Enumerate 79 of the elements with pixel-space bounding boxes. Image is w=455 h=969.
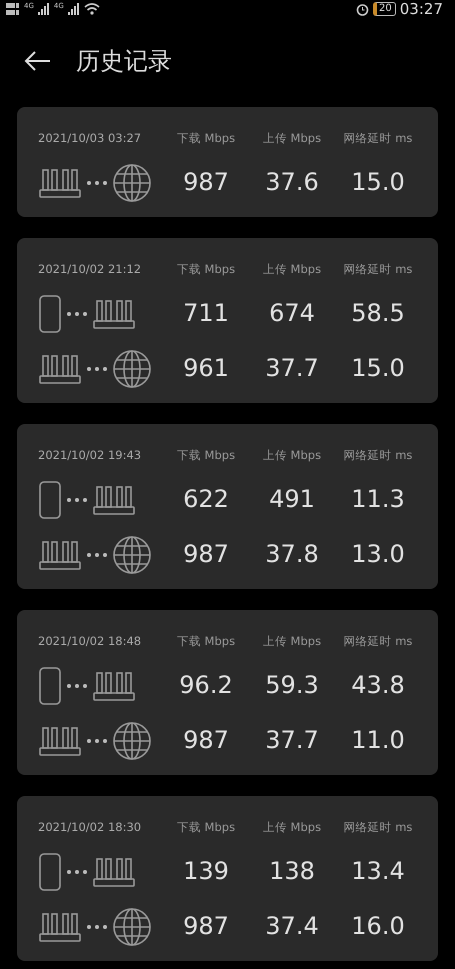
dots-icon xyxy=(86,552,108,558)
speed-value: 987 xyxy=(182,725,230,756)
phone-icon xyxy=(38,666,62,706)
speed-value: 138 xyxy=(268,856,316,887)
speed-value: 11.0 xyxy=(350,725,406,756)
record-date: 2021/10/03 03:27 xyxy=(38,130,142,147)
record-card[interactable]: 2021/10/02 19:43 下载 Mbps 上传 Mbps 网络延时 ms 622 491 11.3 987 37.8 13.0 xyxy=(17,424,438,589)
column-label: 上传 Mbps xyxy=(262,447,322,464)
speed-value: 16.0 xyxy=(350,911,406,942)
clock-time: 03:27 xyxy=(400,0,443,18)
speed-value: 37.8 xyxy=(264,539,320,570)
speed-value: 987 xyxy=(182,539,230,570)
column-label: 上传 Mbps xyxy=(262,130,322,147)
speed-value: 987 xyxy=(182,911,230,942)
column-label: 下载 Mbps xyxy=(176,447,236,464)
dots-icon xyxy=(86,180,108,186)
speed-value: 37.6 xyxy=(264,167,320,198)
record-date: 2021/10/02 18:30 xyxy=(38,819,142,836)
column-label: 网络延时 ms xyxy=(342,819,414,836)
speed-value: 13.4 xyxy=(350,856,406,887)
column-label: 网络延时 ms xyxy=(342,633,414,650)
speed-value: 37.7 xyxy=(264,353,320,384)
speed-value: 622 xyxy=(182,484,230,515)
dots-icon xyxy=(66,496,88,502)
record-date: 2021/10/02 21:12 xyxy=(38,261,142,278)
speed-value: 674 xyxy=(268,298,316,329)
column-label: 下载 Mbps xyxy=(176,633,236,650)
globe-icon xyxy=(112,720,152,760)
speed-value: 37.4 xyxy=(264,911,320,942)
globe-icon xyxy=(112,162,152,202)
speed-value: 59.3 xyxy=(264,670,320,701)
phone-icon xyxy=(38,294,62,334)
column-label: 下载 Mbps xyxy=(176,130,236,147)
column-label: 上传 Mbps xyxy=(262,819,322,836)
dots-icon xyxy=(86,924,108,930)
column-label: 网络延时 ms xyxy=(342,261,414,278)
speed-value: 43.8 xyxy=(350,670,406,701)
dots-icon xyxy=(86,738,108,744)
record-card[interactable]: 2021/10/02 18:30 下载 Mbps 上传 Mbps 网络延时 ms 139 138 13.4 987 37.4 16.0 xyxy=(17,796,438,961)
dots-icon xyxy=(86,366,108,372)
speed-value: 15.0 xyxy=(350,167,406,198)
speed-value: 139 xyxy=(182,856,230,887)
globe-icon xyxy=(112,534,152,574)
column-label: 网络延时 ms xyxy=(342,130,414,147)
phone-icon xyxy=(38,480,62,520)
globe-icon xyxy=(112,906,152,946)
speed-value: 15.0 xyxy=(350,353,406,384)
speed-value: 961 xyxy=(182,353,230,384)
speed-value: 37.7 xyxy=(264,725,320,756)
column-label: 下载 Mbps xyxy=(176,819,236,836)
record-card[interactable]: 2021/10/02 21:12 下载 Mbps 上传 Mbps 网络延时 ms 711 674 58.5 961 37.7 15.0 xyxy=(17,238,438,403)
record-date: 2021/10/02 19:43 xyxy=(38,447,142,464)
speed-value: 13.0 xyxy=(350,539,406,570)
record-date: 2021/10/02 18:48 xyxy=(38,633,142,650)
column-label: 下载 Mbps xyxy=(176,261,236,278)
globe-icon xyxy=(112,348,152,388)
dots-icon xyxy=(66,682,88,688)
dots-icon xyxy=(66,310,88,316)
signal-icon xyxy=(68,3,80,15)
speed-value: 711 xyxy=(182,298,230,329)
speed-value: 987 xyxy=(182,167,230,198)
column-label: 网络延时 ms xyxy=(342,447,414,464)
record-card[interactable]: 2021/10/03 03:27 下载 Mbps 上传 Mbps 网络延时 ms 987 37.6 15.0 xyxy=(17,107,438,217)
phone-icon xyxy=(38,852,62,892)
battery-level: 20 xyxy=(373,2,396,16)
dots-icon xyxy=(66,868,88,874)
back-button[interactable] xyxy=(24,50,52,72)
wifi-icon xyxy=(84,3,100,15)
column-label: 上传 Mbps xyxy=(262,633,322,650)
alarm-icon xyxy=(356,2,370,16)
page-title: 历史记录 xyxy=(76,46,172,77)
signal-icon xyxy=(38,3,50,15)
speed-value: 58.5 xyxy=(350,298,406,329)
column-label: 上传 Mbps xyxy=(262,261,322,278)
speed-value: 11.3 xyxy=(350,484,406,515)
record-card[interactable]: 2021/10/02 18:48 下载 Mbps 上传 Mbps 网络延时 ms 96.2 59.3 43.8 987 37.7 11.0 xyxy=(17,610,438,775)
speed-value: 96.2 xyxy=(178,670,234,701)
speed-value: 491 xyxy=(268,484,316,515)
sim-icon xyxy=(6,2,20,16)
